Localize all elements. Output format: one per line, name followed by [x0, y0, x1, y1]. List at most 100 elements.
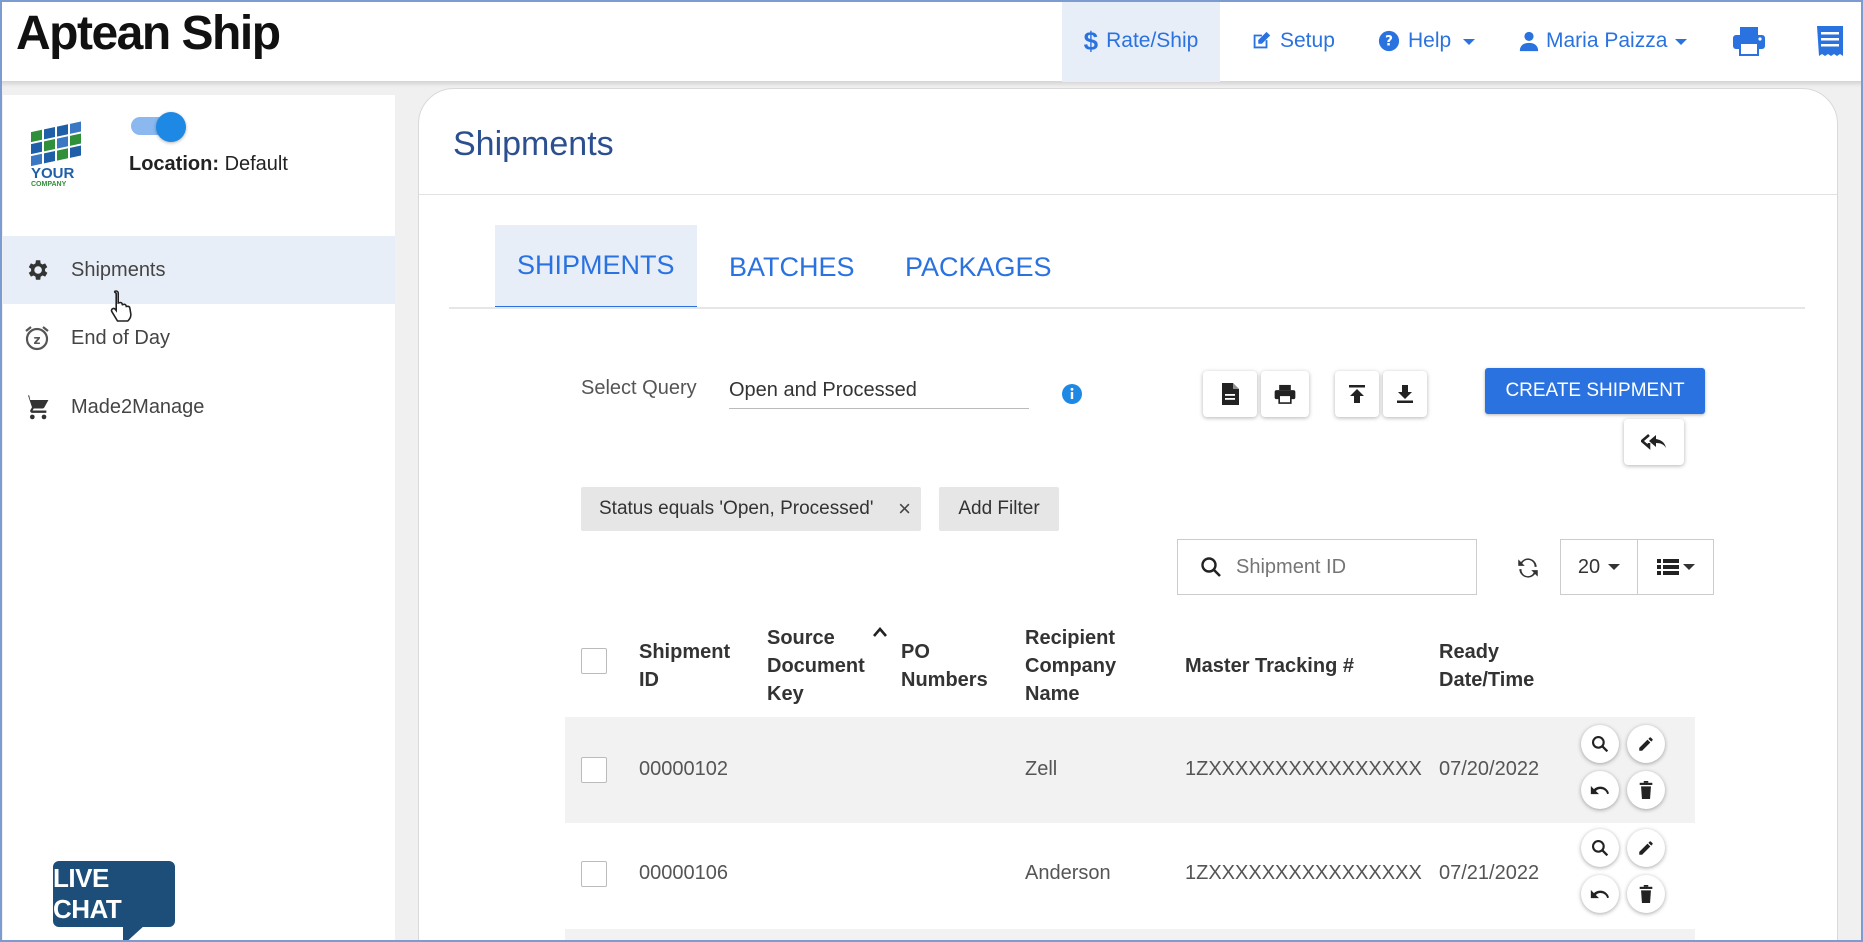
top-bar: Aptean Ship $ Rate/Ship Setup ? Help Mar… — [0, 0, 1863, 82]
tabs-divider — [449, 307, 1805, 309]
undo-icon — [1590, 890, 1609, 899]
print-button[interactable] — [1732, 0, 1766, 82]
row-checkbox[interactable] — [581, 861, 607, 887]
table-row[interactable]: 00000102 Zell 1ZXXXXXXXXXXXXXXXX 07/20/2… — [565, 717, 1695, 823]
chevron-down-icon — [1608, 564, 1621, 570]
tab-packages[interactable]: PACKAGES — [883, 225, 1074, 309]
page-size-value: 20 — [1577, 555, 1601, 578]
cell-ready-date: 07/21/2022 — [1439, 862, 1540, 884]
sidebar-item-label: Made2Manage — [71, 395, 205, 418]
print-list-button[interactable] — [1261, 371, 1309, 417]
nav-user-menu[interactable]: Maria Paizza — [1518, 0, 1688, 82]
nav-rate-ship[interactable]: $ Rate/Ship — [1062, 0, 1220, 82]
tab-shipments[interactable]: SHIPMENTS — [495, 225, 697, 309]
header-line: Date/Time — [1439, 669, 1535, 691]
reply-all-button[interactable] — [1624, 419, 1684, 465]
sidebar-item-shipments[interactable]: Shipments — [3, 236, 395, 304]
header-line: Source — [767, 627, 835, 649]
location-text: Location: Default — [129, 153, 288, 176]
edit-square-icon — [1253, 31, 1271, 49]
download-icon — [1397, 385, 1413, 403]
svg-text:?: ? — [1385, 34, 1393, 50]
nav-setup-label: Setup — [1280, 29, 1335, 52]
view-button[interactable] — [1581, 829, 1619, 867]
user-icon — [1519, 31, 1539, 52]
header-line: Numbers — [901, 669, 988, 691]
add-filter-button[interactable]: Add Filter — [939, 487, 1059, 531]
sidebar-item-made2manage[interactable]: Made2Manage — [3, 373, 395, 441]
search-icon — [1591, 839, 1609, 857]
cell-recipient: Zell — [1025, 758, 1058, 780]
column-header-master-tracking[interactable]: Master Tracking # — [1185, 652, 1354, 680]
pencil-icon — [1639, 737, 1653, 751]
chevron-down-icon — [1675, 39, 1688, 45]
printer-icon — [1274, 384, 1296, 404]
alarm-snooze-icon: z — [23, 324, 51, 352]
tab-batches[interactable]: BATCHES — [707, 225, 877, 309]
column-header-po-numbers[interactable]: PO Numbers — [901, 638, 988, 694]
filter-chip-status[interactable]: Status equals 'Open, Processed' × — [581, 487, 921, 531]
undo-button[interactable] — [1581, 875, 1619, 913]
header-line: Ready — [1439, 641, 1500, 663]
cell-ready-date: 07/20/2022 — [1439, 758, 1540, 780]
table-row[interactable]: 00000106 Anderson 1ZXXXXXXXXXXXXXXXX 07/… — [565, 823, 1695, 929]
live-chat-button[interactable]: LIVE CHAT — [53, 861, 175, 942]
cell-recipient: Anderson — [1025, 862, 1111, 884]
receipt-button[interactable] — [1816, 0, 1844, 82]
select-all-checkbox[interactable] — [581, 648, 607, 674]
download-button[interactable] — [1383, 371, 1427, 417]
trash-icon — [1639, 885, 1653, 903]
delete-button[interactable] — [1627, 875, 1665, 913]
view-options-button[interactable] — [1638, 539, 1714, 595]
document-icon — [1222, 383, 1239, 405]
pencil-icon — [1639, 841, 1653, 855]
column-header-recipient-company-name[interactable]: Recipient Company Name — [1025, 624, 1116, 708]
create-shipment-button[interactable]: CREATE SHIPMENT — [1485, 368, 1705, 414]
reply-all-icon — [1641, 434, 1666, 450]
close-icon[interactable]: × — [898, 496, 911, 522]
search-box — [1177, 539, 1477, 595]
trash-icon — [1639, 781, 1653, 799]
cell-shipment-id: 00000106 — [639, 862, 728, 884]
location-toggle[interactable] — [129, 112, 187, 142]
header-line: Shipment — [639, 641, 731, 663]
header-line: Recipient — [1025, 627, 1116, 649]
sidebar-item-end-of-day[interactable]: z End of Day — [3, 304, 395, 372]
info-icon[interactable] — [1061, 383, 1083, 405]
receipt-icon — [1817, 26, 1843, 56]
column-header-shipment-id[interactable]: Shipment ID — [639, 638, 730, 694]
svg-text:z: z — [34, 333, 41, 347]
nav-help[interactable]: ? Help — [1378, 0, 1476, 82]
select-query-dropdown[interactable]: Open and Processed — [729, 371, 1029, 409]
view-button[interactable] — [1581, 725, 1619, 763]
page-size-select[interactable]: 20 — [1560, 539, 1638, 595]
sort-ascending-icon[interactable] — [873, 627, 887, 637]
search-icon — [1201, 557, 1221, 577]
list-view-icon — [1656, 559, 1679, 575]
nav-rate-ship-label: Rate/Ship — [1106, 29, 1199, 52]
row-checkbox[interactable] — [581, 757, 607, 783]
undo-button[interactable] — [1581, 771, 1619, 809]
upload-button[interactable] — [1335, 371, 1379, 417]
cell-tracking: 1ZXXXXXXXXXXXXXXXX — [1185, 862, 1422, 884]
dollar-icon: $ — [1083, 25, 1099, 56]
undo-icon — [1590, 786, 1609, 795]
chevron-down-icon — [1463, 39, 1476, 45]
document-button[interactable] — [1203, 371, 1257, 417]
edit-button[interactable] — [1627, 725, 1665, 763]
column-header-ready-date-time[interactable]: Ready Date/Time — [1439, 638, 1534, 694]
toggle-knob — [156, 112, 186, 142]
header-line: ID — [639, 669, 659, 691]
delete-button[interactable] — [1627, 771, 1665, 809]
column-header-source-document-key[interactable]: Source Document Key — [767, 624, 865, 708]
edit-button[interactable] — [1627, 829, 1665, 867]
table-row[interactable] — [565, 929, 1695, 942]
nav-setup[interactable]: Setup — [1250, 0, 1335, 82]
sidebar-item-label: End of Day — [71, 326, 170, 349]
cart-icon — [23, 393, 51, 421]
refresh-icon[interactable] — [1515, 555, 1541, 581]
shipment-id-search-input[interactable] — [1236, 555, 1446, 579]
chevron-down-icon — [1682, 564, 1695, 570]
title-divider — [419, 194, 1837, 195]
company-logo: YOUR COMPANY — [27, 113, 87, 193]
